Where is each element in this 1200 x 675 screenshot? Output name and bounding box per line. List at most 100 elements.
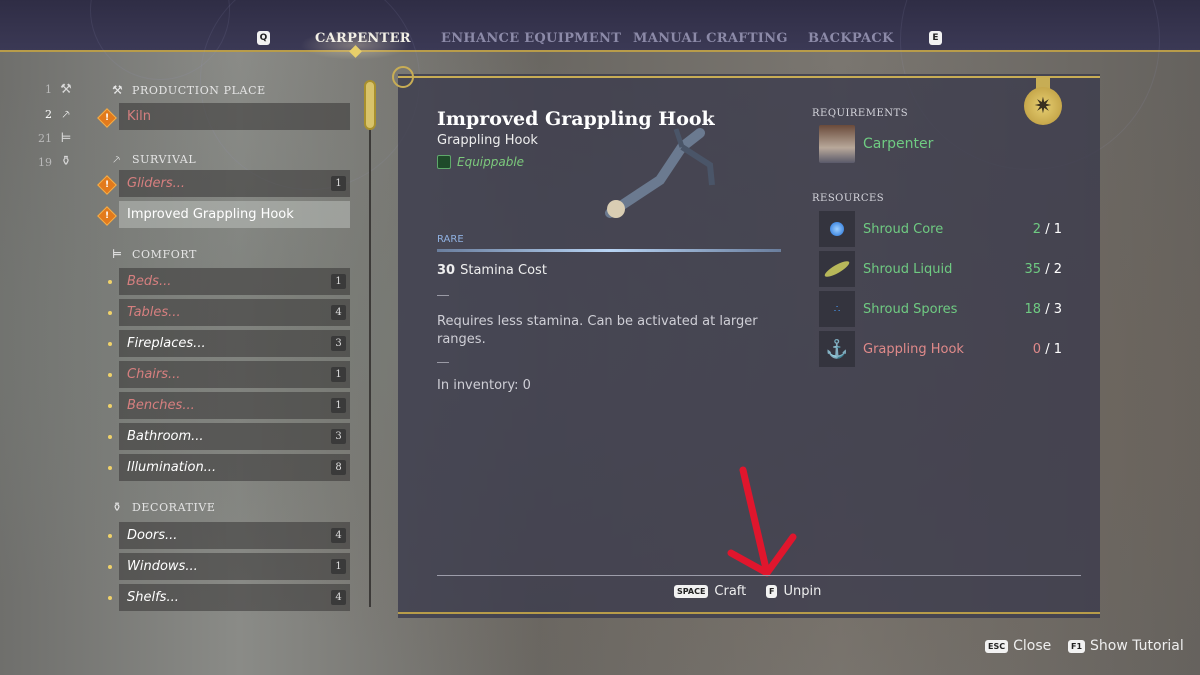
close-button[interactable]: ESC Close bbox=[985, 638, 1051, 654]
resource-quantity: 35 / 2 bbox=[1024, 261, 1062, 277]
production-place-icon[interactable]: ⚒ bbox=[58, 82, 74, 98]
resource-name: Grappling Hook bbox=[863, 341, 964, 357]
resource-quantity: 18 / 3 bbox=[1024, 301, 1062, 317]
recipe-item-beds[interactable]: Beds... 1 bbox=[119, 268, 350, 295]
recipe-item-kiln[interactable]: Kiln bbox=[119, 103, 350, 130]
recipe-item-gliders[interactable]: Gliders... 1 bbox=[119, 170, 350, 197]
recipe-count-badge: 3 bbox=[331, 336, 346, 351]
resource-have: 0 bbox=[1032, 341, 1042, 357]
recipe-count-badge: 4 bbox=[331, 528, 346, 543]
recipe-label: Kiln bbox=[127, 109, 151, 124]
category-count: 21 bbox=[38, 132, 52, 145]
bullet-icon bbox=[108, 534, 112, 538]
resource-have: 2 bbox=[1032, 221, 1042, 237]
item-type: Grappling Hook bbox=[437, 133, 538, 148]
craft-label: Craft bbox=[714, 584, 747, 599]
recipe-label: Illumination... bbox=[127, 460, 217, 475]
red-arrow-annotation bbox=[727, 466, 797, 577]
prev-tab-key[interactable]: Q bbox=[257, 31, 270, 45]
recipe-item-benches[interactable]: Benches... 1 bbox=[119, 392, 350, 419]
decorative-icon[interactable]: ⚱ bbox=[58, 154, 74, 170]
bullet-icon bbox=[108, 466, 112, 470]
pinned-star-icon[interactable]: ✷ bbox=[1024, 87, 1062, 125]
recipe-count-badge: 1 bbox=[331, 559, 346, 574]
recipe-count-badge: 3 bbox=[331, 429, 346, 444]
recipe-list-scrollbar[interactable] bbox=[369, 80, 371, 607]
recipe-label: Benches... bbox=[127, 398, 195, 413]
recipe-item-chairs[interactable]: Chairs... 1 bbox=[119, 361, 350, 388]
craft-button[interactable]: SPACE Craft bbox=[674, 584, 746, 599]
recipe-item-improved-grappling-hook[interactable]: Improved Grappling Hook bbox=[119, 201, 350, 228]
recipe-item-bathroom[interactable]: Bathroom... 3 bbox=[119, 423, 350, 450]
recipe-label: Chairs... bbox=[127, 367, 181, 382]
recipe-item-tables[interactable]: Tables... 4 bbox=[119, 299, 350, 326]
resource-quantity: 2 / 1 bbox=[1032, 221, 1062, 237]
recipe-label: Improved Grappling Hook bbox=[127, 207, 294, 222]
section-title: SURVIVAL bbox=[132, 153, 197, 166]
stamina-stat: 30 Stamina Cost bbox=[437, 263, 547, 278]
resource-row: Shroud Core 2 / 1 bbox=[819, 211, 1064, 247]
recipe-label: Beds... bbox=[127, 274, 172, 289]
bullet-icon bbox=[108, 342, 112, 346]
bullet-icon bbox=[108, 280, 112, 284]
resource-have: 18 bbox=[1024, 301, 1042, 317]
tab-enhance-equipment[interactable]: ENHANCE EQUIPMENT bbox=[441, 31, 621, 46]
resource-row: ⚓ Grappling Hook 0 / 1 bbox=[819, 331, 1064, 367]
tab-backpack[interactable]: BACKPACK bbox=[808, 31, 894, 46]
requirement-carpenter: Carpenter bbox=[819, 125, 933, 163]
recipe-count-badge: 1 bbox=[331, 274, 346, 289]
recipe-item-doors[interactable]: Doors... 4 bbox=[119, 522, 350, 549]
resource-need: 3 bbox=[1053, 301, 1062, 317]
tutorial-label: Show Tutorial bbox=[1090, 638, 1184, 654]
recipe-label: Shelfs... bbox=[127, 590, 179, 605]
next-tab-key[interactable]: E bbox=[929, 31, 942, 45]
recipe-count-badge: 1 bbox=[331, 176, 346, 191]
bullet-icon bbox=[108, 565, 112, 569]
resource-need: 2 bbox=[1053, 261, 1062, 277]
survival-icon[interactable]: ⸕ bbox=[58, 107, 74, 123]
section-title: PRODUCTION PLACE bbox=[132, 84, 266, 97]
warning-icon: ! bbox=[97, 108, 117, 128]
divider bbox=[437, 295, 449, 296]
recipe-count-badge: 4 bbox=[331, 590, 346, 605]
resource-row: ∴ Shroud Spores 18 / 3 bbox=[819, 291, 1064, 327]
rarity-divider bbox=[437, 249, 781, 252]
recipe-item-fireplaces[interactable]: Fireplaces... 3 bbox=[119, 330, 350, 357]
section-survival: ⸕ SURVIVAL bbox=[112, 150, 196, 167]
equippable-icon bbox=[437, 155, 451, 169]
panel-bottom-border bbox=[398, 612, 1100, 614]
scrollbar-thumb[interactable] bbox=[364, 80, 376, 130]
recipe-item-windows[interactable]: Windows... 1 bbox=[119, 553, 350, 580]
resource-need: 1 bbox=[1053, 341, 1062, 357]
rarity-label: RARE bbox=[437, 234, 464, 245]
decorative-icon: ⚱ bbox=[112, 500, 123, 514]
inventory-count: In inventory: 0 bbox=[437, 378, 531, 393]
recipe-item-illumination[interactable]: Illumination... 8 bbox=[119, 454, 350, 481]
production-place-icon: ⚒ bbox=[112, 83, 124, 97]
show-tutorial-button[interactable]: F1 Show Tutorial bbox=[1068, 638, 1184, 654]
resource-row: Shroud Liquid 35 / 2 bbox=[819, 251, 1064, 287]
resource-name: Shroud Liquid bbox=[863, 261, 953, 277]
stat-label: Stamina Cost bbox=[460, 263, 547, 278]
warning-icon: ! bbox=[97, 206, 117, 226]
survival-icon: ⸕ bbox=[112, 152, 122, 166]
recipe-count-badge: 1 bbox=[331, 398, 346, 413]
resource-need: 1 bbox=[1053, 221, 1062, 237]
resource-have: 35 bbox=[1024, 261, 1042, 277]
category-count: 19 bbox=[38, 156, 52, 169]
category-count: 1 bbox=[45, 83, 52, 96]
requirement-name: Carpenter bbox=[863, 136, 934, 152]
bullet-icon bbox=[108, 596, 112, 600]
section-production-place: ⚒ PRODUCTION PLACE bbox=[112, 83, 266, 97]
recipe-item-shelfs[interactable]: Shelfs... 4 bbox=[119, 584, 350, 611]
unpin-button[interactable]: F Unpin bbox=[766, 584, 821, 599]
recipe-count-badge: 1 bbox=[331, 367, 346, 382]
recipe-label: Gliders... bbox=[127, 176, 186, 191]
tab-carpenter[interactable]: CARPENTER bbox=[315, 31, 411, 46]
grappling-hook-icon: ⚓ bbox=[819, 331, 855, 367]
section-decorative: ⚱ DECORATIVE bbox=[112, 500, 216, 514]
tab-manual-crafting[interactable]: MANUAL CRAFTING bbox=[633, 31, 788, 46]
close-label: Close bbox=[1013, 638, 1052, 654]
comfort-icon[interactable]: ⊨ bbox=[58, 131, 74, 147]
recipe-label: Fireplaces... bbox=[127, 336, 206, 351]
